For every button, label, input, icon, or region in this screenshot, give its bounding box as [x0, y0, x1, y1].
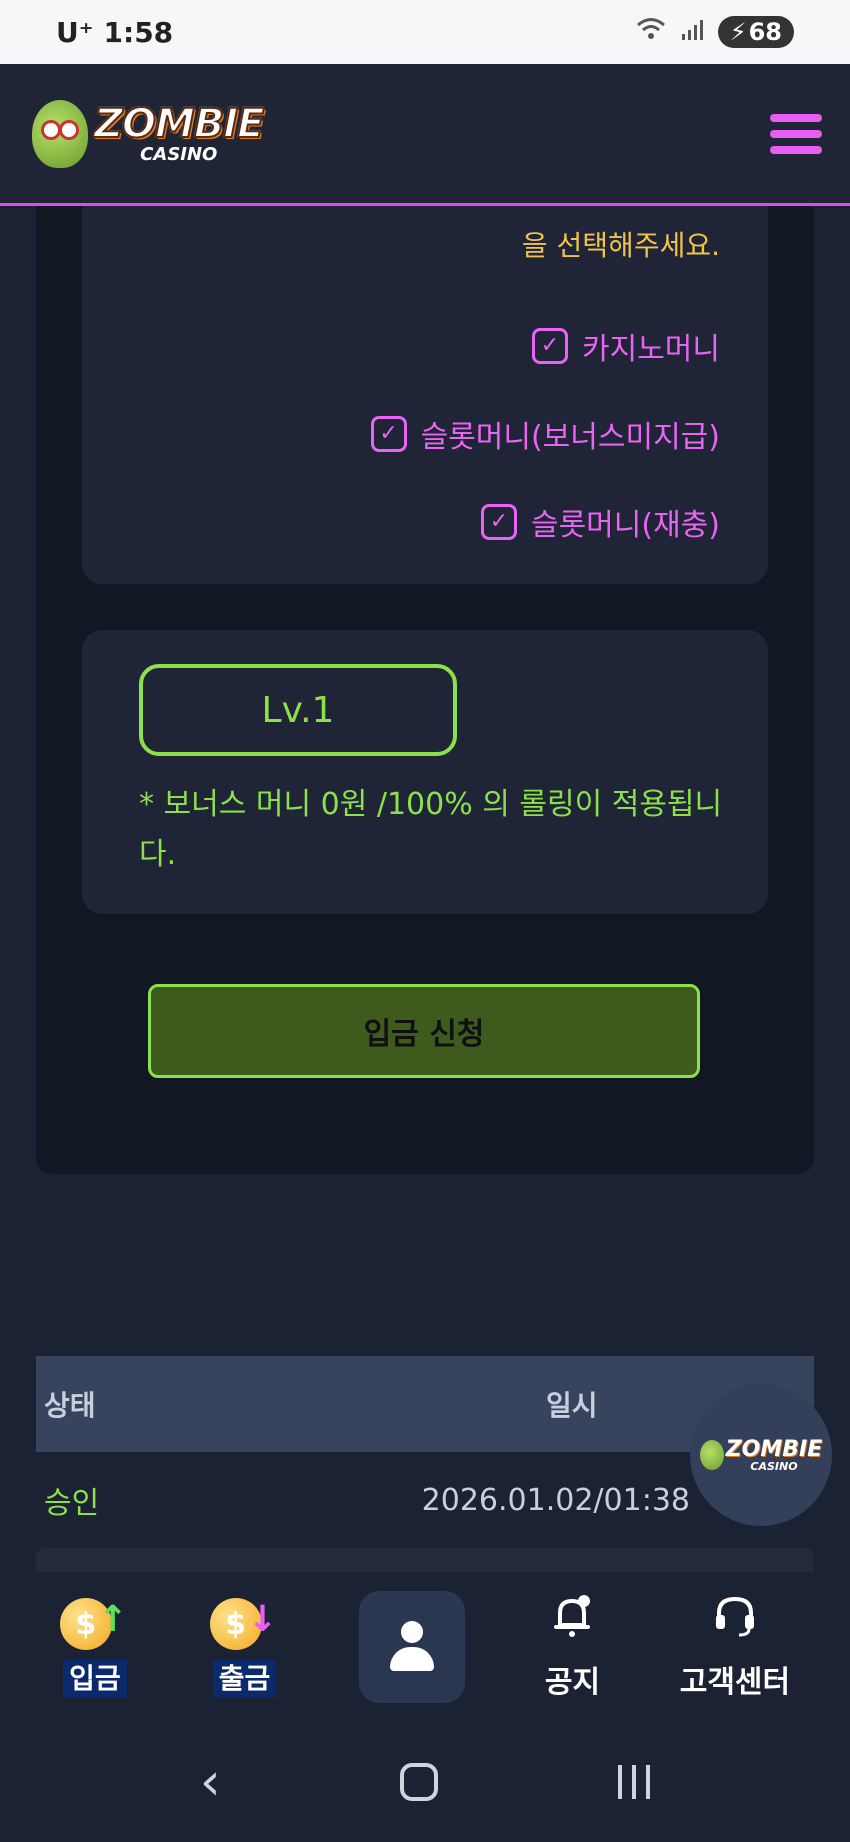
rolling-note: * 보너스 머니 0원 /100% 의 롤링이 적용됩니다.	[139, 787, 723, 872]
nav-support[interactable]: 고객센터	[680, 1593, 790, 1701]
profile-button[interactable]	[359, 1591, 466, 1703]
zombie-mascot-icon	[32, 99, 88, 168]
option-label: 슬롯머니(재충)	[530, 508, 720, 543]
logo-main-text: ZOMBIE	[93, 100, 266, 147]
level-card: Lv.1 * 보너스 머니 0원 /100% 의 롤링이 적용됩니다.	[82, 630, 768, 914]
floating-logo: ZOMBIE CASINO	[699, 1436, 823, 1473]
nav-support-label: 고객센터	[679, 1665, 791, 1700]
logo-text: ZOMBIE CASINO	[93, 100, 266, 165]
zombie-casino-logo[interactable]: ZOMBIE CASINO	[32, 99, 266, 168]
back-icon[interactable]: ‹	[200, 1752, 221, 1812]
home-icon[interactable]	[400, 1763, 439, 1801]
option-label: 슬롯머니(보너스미지급)	[420, 420, 720, 455]
nav-withdraw-label: 출금	[212, 1660, 277, 1698]
withdraw-coin-icon: $ ↓	[209, 1596, 280, 1652]
option-slot-money-no-bonus[interactable]: ✓ 슬롯머니(보너스미지급)	[370, 412, 720, 456]
deposit-coin-icon: $ ↑	[59, 1596, 130, 1652]
zombie-mascot-icon	[699, 1440, 724, 1470]
nav-withdraw[interactable]: $ ↓ 출금	[209, 1596, 280, 1698]
status-right: ⚡ 68	[636, 16, 794, 49]
option-casino-money[interactable]: ✓ 카지노머니	[532, 324, 720, 368]
table-row	[36, 1548, 814, 1572]
level-badge[interactable]: Lv.1	[139, 664, 457, 756]
signal-icon	[680, 16, 704, 49]
wifi-icon	[636, 16, 666, 49]
app-header: ZOMBIE CASINO	[0, 64, 850, 206]
nav-notice[interactable]: 공지	[545, 1593, 600, 1701]
status-bar: U⁺ 1:58 ⚡ 68	[0, 0, 850, 64]
nav-deposit[interactable]: $ ↑ 입금	[59, 1596, 130, 1698]
checkbox-checked-icon[interactable]: ✓	[532, 328, 568, 364]
headset-icon	[713, 1593, 757, 1649]
floating-logo-main: ZOMBIE	[725, 1436, 823, 1462]
money-type-instruction: 을 선택해주세요.	[521, 229, 720, 262]
menu-icon[interactable]	[770, 113, 822, 154]
status-left: U⁺ 1:58	[56, 16, 173, 49]
recent-apps-icon[interactable]	[618, 1765, 651, 1799]
floating-logo-text: ZOMBIE CASINO	[725, 1436, 823, 1473]
logo-sub-text: CASINO	[140, 143, 218, 165]
bottom-nav: $ ↑ 입금 $ ↓ 출금 공지 고객센터	[0, 1572, 850, 1722]
carrier-label: U⁺	[56, 15, 94, 49]
clock: 1:58	[103, 15, 174, 49]
nav-deposit-label: 입금	[63, 1660, 127, 1698]
charging-icon: ⚡	[729, 18, 747, 46]
up-arrow-icon: ↑	[97, 1599, 128, 1640]
nav-notice-label: 공지	[544, 1665, 601, 1700]
option-label: 카지노머니	[582, 332, 720, 367]
checkbox-checked-icon[interactable]: ✓	[370, 416, 407, 452]
row-status: 승인	[44, 1486, 100, 1521]
nav-profile[interactable]	[359, 1591, 466, 1703]
person-icon	[390, 1621, 435, 1673]
deposit-request-button[interactable]: 입금 신청	[148, 984, 700, 1078]
deposit-panel: 을 선택해주세요. ✓ 카지노머니 ✓ 슬롯머니(보너스미지급) ✓ 슬롯머니(…	[36, 180, 814, 1174]
option-slot-money-recharge[interactable]: ✓ 슬롯머니(재충)	[480, 500, 720, 544]
floating-logo-button[interactable]: ZOMBIE CASINO	[690, 1384, 832, 1526]
battery-indicator: ⚡ 68	[717, 16, 794, 48]
down-arrow-icon: ↓	[247, 1599, 278, 1640]
battery-level: 68	[748, 18, 782, 46]
checkbox-checked-icon[interactable]: ✓	[480, 504, 517, 540]
system-nav-bar: ‹	[0, 1722, 850, 1842]
bell-icon	[552, 1593, 592, 1649]
floating-logo-sub: CASINO	[750, 1459, 798, 1473]
header-status: 상태	[44, 1389, 96, 1422]
money-type-card: 을 선택해주세요. ✓ 카지노머니 ✓ 슬롯머니(보너스미지급) ✓ 슬롯머니(…	[82, 180, 768, 584]
